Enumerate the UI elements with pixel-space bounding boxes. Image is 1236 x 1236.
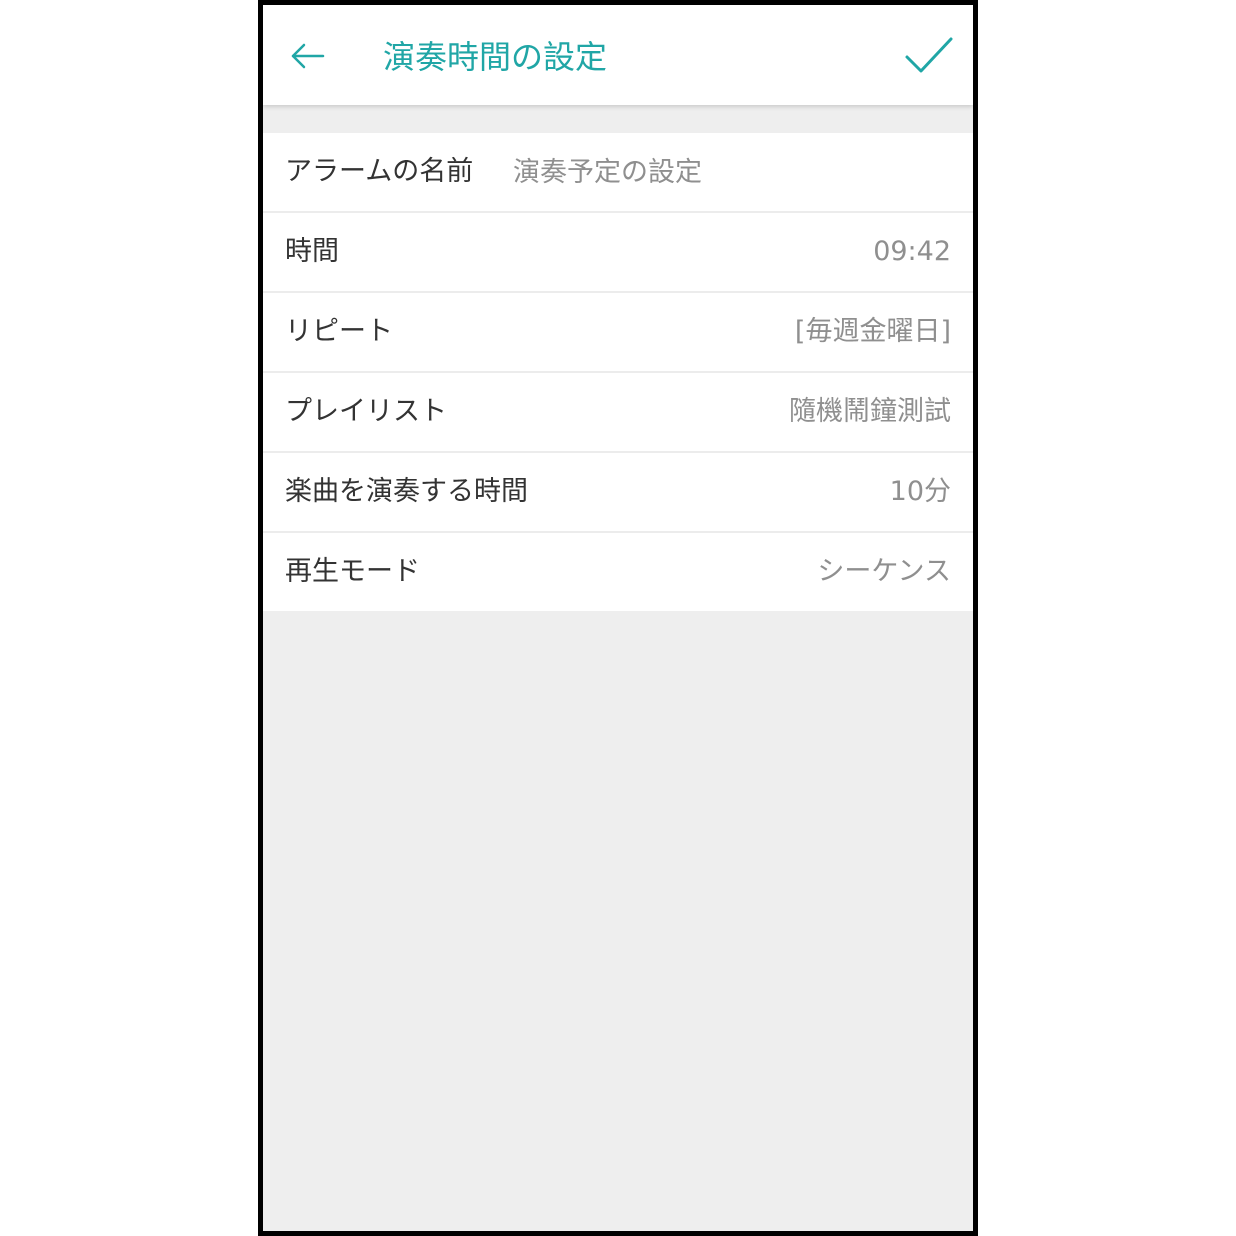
time-label: 時間: [285, 236, 339, 267]
alarm-name-label: アラームの名前: [285, 156, 474, 187]
back-button[interactable]: [285, 33, 331, 79]
repeat-row[interactable]: リピート [毎週金曜日]: [263, 293, 973, 373]
time-row[interactable]: 時間 09:42: [263, 213, 973, 293]
phone-screen: 演奏時間の設定 アラームの名前 時間 09:42 リピート [毎週金曜日] プレ…: [258, 0, 978, 1236]
play-duration-label: 楽曲を演奏する時間: [285, 476, 528, 507]
checkmark-icon: [905, 37, 953, 73]
app-bar: 演奏時間の設定: [263, 5, 973, 105]
repeat-value: [毎週金曜日]: [794, 316, 951, 347]
playlist-label: プレイリスト: [285, 396, 447, 427]
repeat-label: リピート: [285, 316, 393, 347]
settings-list: アラームの名前 時間 09:42 リピート [毎週金曜日] プレイリスト 隨機鬧…: [263, 133, 973, 611]
playlist-value: 隨機鬧鐘測試: [789, 396, 951, 427]
play-mode-label: 再生モード: [285, 556, 420, 587]
time-value: 09:42: [873, 236, 951, 267]
alarm-name-input[interactable]: [513, 152, 893, 192]
arrow-left-icon: [291, 43, 325, 69]
play-duration-value: 10分: [889, 476, 951, 507]
page-title: 演奏時間の設定: [383, 38, 608, 76]
confirm-button[interactable]: [903, 31, 955, 81]
alarm-name-row[interactable]: アラームの名前: [263, 133, 973, 213]
play-mode-value: シーケンス: [817, 556, 951, 587]
play-mode-row[interactable]: 再生モード シーケンス: [263, 533, 973, 611]
play-duration-row[interactable]: 楽曲を演奏する時間 10分: [263, 453, 973, 533]
playlist-row[interactable]: プレイリスト 隨機鬧鐘測試: [263, 373, 973, 453]
